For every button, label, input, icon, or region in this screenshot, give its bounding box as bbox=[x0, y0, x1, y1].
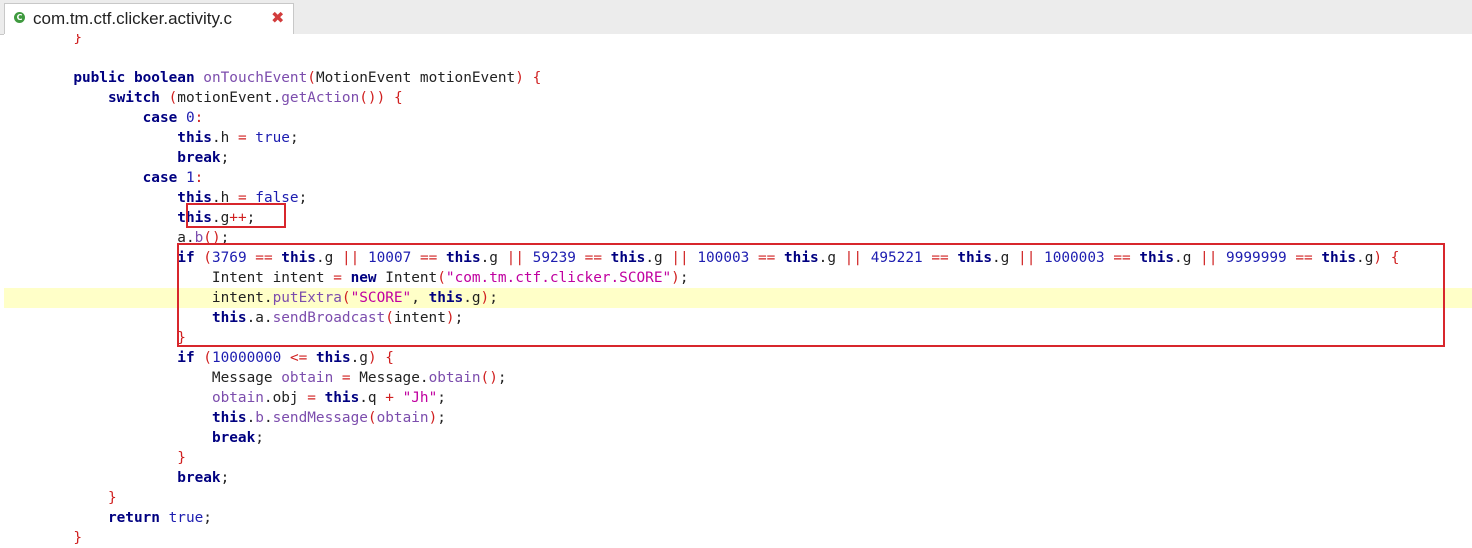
code-line[interactable]: switch (motionEvent.getAction()) { bbox=[4, 88, 1472, 108]
code-line[interactable]: } bbox=[4, 448, 1472, 468]
tab-title: com.tm.ctf.clicker.activity.c bbox=[33, 9, 232, 28]
code-line[interactable]: public boolean onTouchEvent(MotionEvent … bbox=[4, 68, 1472, 88]
code-line[interactable]: obtain.obj = this.q + "Jh"; bbox=[4, 388, 1472, 408]
code-line[interactable]: Message obtain = Message.obtain(); bbox=[4, 368, 1472, 388]
score-broadcast-box bbox=[177, 243, 1445, 347]
code-line[interactable]: this.b.sendMessage(obtain); bbox=[4, 408, 1472, 428]
code-line[interactable]: break; bbox=[4, 148, 1472, 168]
g-increment-box bbox=[186, 203, 286, 228]
code-line[interactable]: if (10000000 <= this.g) { bbox=[4, 348, 1472, 368]
code-line[interactable]: } bbox=[4, 34, 1472, 48]
class-icon: C bbox=[14, 12, 25, 23]
code-line[interactable]: this.h = true; bbox=[4, 128, 1472, 148]
code-line[interactable]: return true; bbox=[4, 508, 1472, 528]
code-line[interactable]: break; bbox=[4, 468, 1472, 488]
editor-tab[interactable]: C com.tm.ctf.clicker.activity.c ✖ bbox=[4, 3, 294, 34]
close-icon[interactable]: ✖ bbox=[271, 8, 284, 27]
editor-tab-bar: C com.tm.ctf.clicker.activity.c ✖ bbox=[0, 0, 1472, 35]
code-line[interactable]: break; bbox=[4, 428, 1472, 448]
code-line[interactable]: } bbox=[4, 528, 1472, 548]
code-line[interactable]: } bbox=[4, 488, 1472, 508]
code-line[interactable]: case 1: bbox=[4, 168, 1472, 188]
code-line[interactable]: case 0: bbox=[4, 108, 1472, 128]
code-line[interactable] bbox=[4, 48, 1472, 68]
